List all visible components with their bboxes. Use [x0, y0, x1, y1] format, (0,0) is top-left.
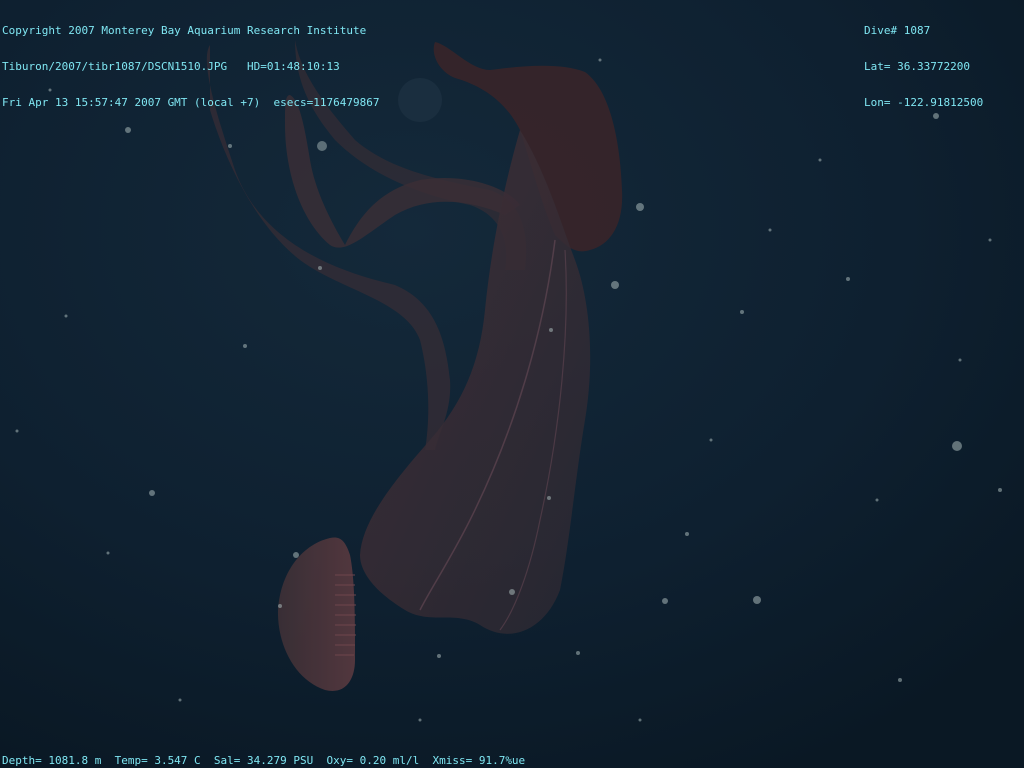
- file-path-line: Tiburon/2007/tibr1087/DSCN1510.JPG HD=01…: [2, 60, 340, 73]
- metadata-overlay-top-right: Dive# 1087 Lat= 36.33772200 Lon= -122.91…: [864, 1, 983, 121]
- sensor-readout: Depth= 1081.8 m Temp= 3.547 C Sal= 34.27…: [2, 754, 526, 767]
- dive-number: Dive# 1087: [864, 24, 931, 37]
- latitude: Lat= 36.33772200: [864, 60, 970, 73]
- metadata-overlay-top-left: Copyright 2007 Monterey Bay Aquarium Res…: [2, 1, 380, 121]
- copyright-line: Copyright 2007 Monterey Bay Aquarium Res…: [2, 24, 367, 37]
- blurred-particle: [398, 78, 442, 122]
- timestamp-line: Fri Apr 13 15:57:47 2007 GMT (local +7) …: [2, 96, 380, 109]
- longitude: Lon= -122.91812500: [864, 96, 984, 109]
